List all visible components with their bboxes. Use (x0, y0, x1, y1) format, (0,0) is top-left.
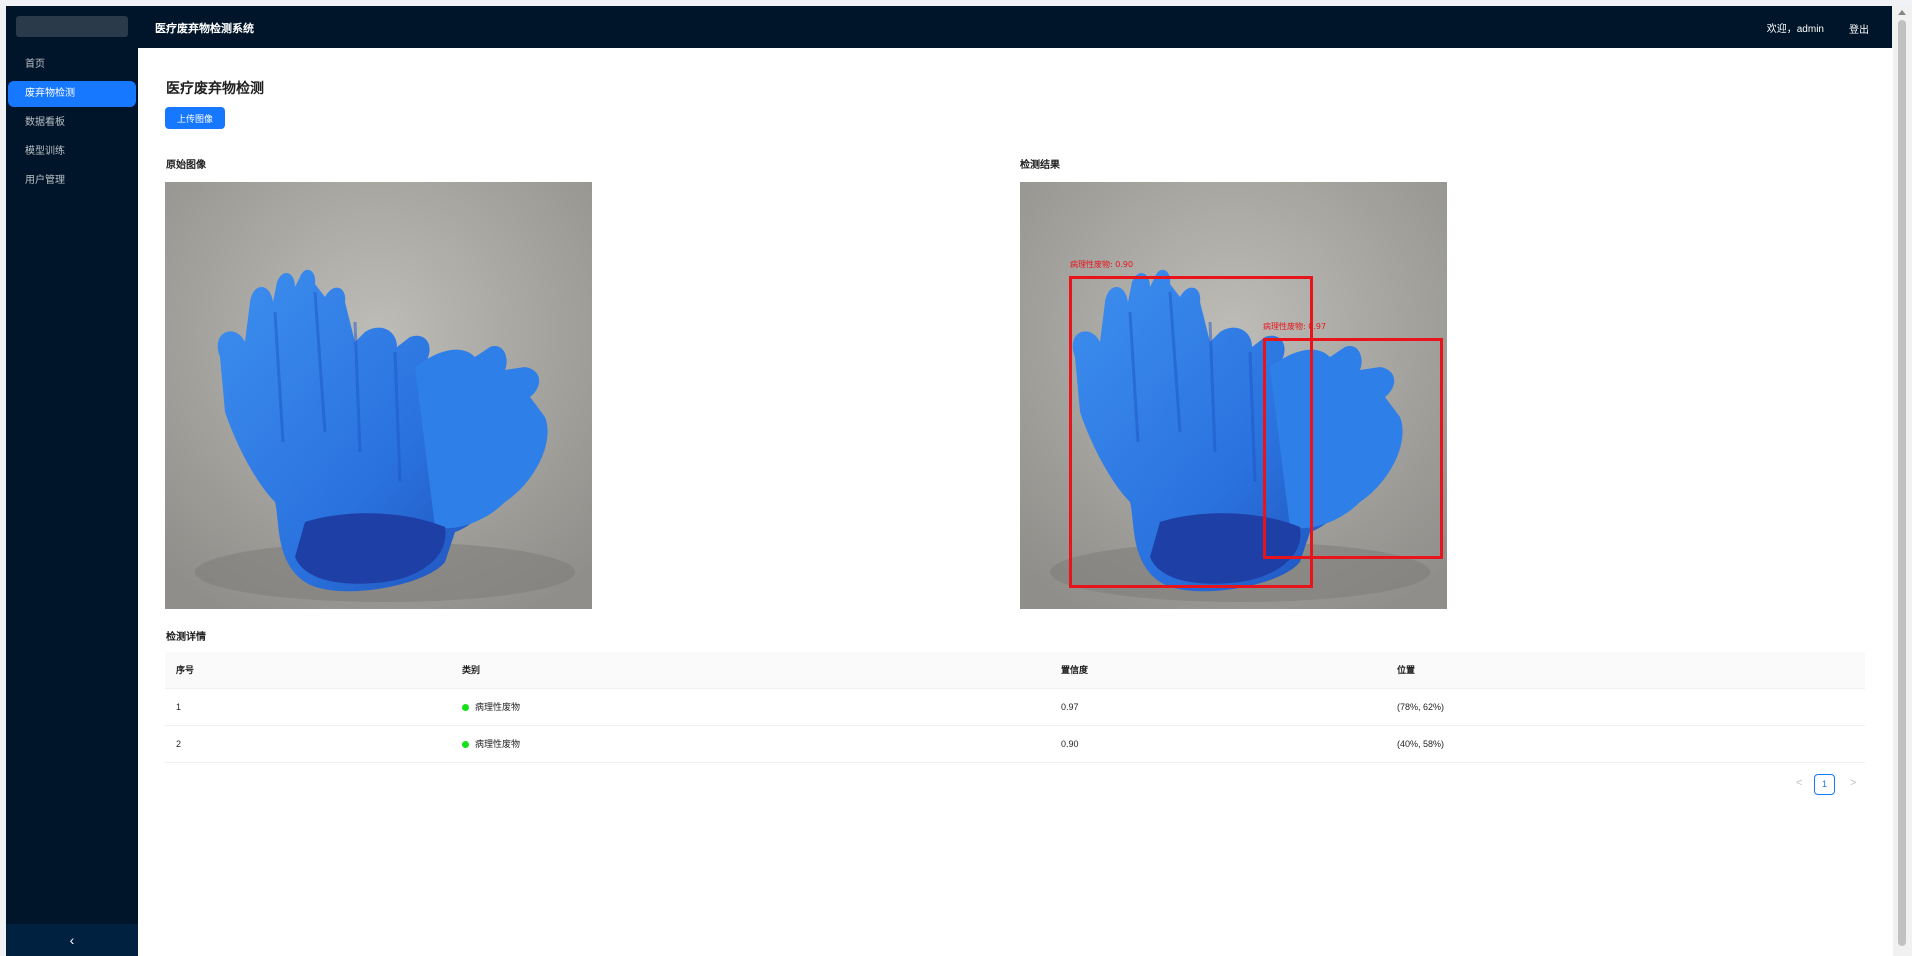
cell-position: (40%, 58%) (1397, 739, 1445, 749)
sidebar-item-model-training[interactable]: 模型训练 (8, 139, 136, 165)
gloves-photo (165, 182, 592, 609)
original-image (165, 182, 592, 609)
sidebar-item-dashboard[interactable]: 数据看板 (8, 110, 136, 136)
column-header-category: 类别 (462, 665, 481, 675)
status-dot-icon (462, 703, 469, 711)
category-text: 病理性废物 (475, 739, 521, 749)
table-header: 序号 类别 置信度 位置 (165, 652, 1865, 689)
column-header-confidence: 置信度 (1061, 665, 1089, 675)
table-row[interactable]: 1 病理性废物 0.97 (78%, 62%) (165, 689, 1865, 726)
sidebar-collapse-button[interactable]: ‹ (6, 924, 138, 956)
column-header-position: 位置 (1397, 665, 1416, 675)
original-image-label: 原始图像 (166, 160, 206, 171)
pagination-next-icon[interactable]: > (1850, 777, 1856, 789)
sidebar-item-waste-detection[interactable]: 废弃物检测 (8, 81, 136, 107)
sidebar-item-home[interactable]: 首页 (8, 52, 136, 78)
page-title: 医疗废弃物检测 (166, 80, 264, 96)
category-text: 病理性废物 (475, 702, 521, 712)
logout-link[interactable]: 登出 (1849, 21, 1869, 36)
cell-confidence: 0.90 (1061, 739, 1079, 749)
upload-image-button[interactable]: 上传图像 (165, 107, 225, 129)
scroll-up-arrow-icon[interactable] (1898, 10, 1906, 15)
cell-category: 病理性废物 (462, 726, 520, 763)
cell-position: (78%, 62%) (1397, 702, 1445, 712)
main-content: 医疗废弃物检测 上传图像 原始图像 检测结果 病理性废物: 0.90 病理性废物… (138, 48, 1893, 956)
sidebar-menu: 首页 废弃物检测 数据看板 模型训练 用户管理 (6, 52, 138, 197)
detection-box-2 (1263, 338, 1443, 559)
detection-label-2: 病理性废物: 0.97 (1263, 322, 1327, 331)
pagination-page-1[interactable]: 1 (1814, 774, 1835, 795)
detection-details-table: 序号 类别 置信度 位置 1 病理性废物 0.97 (78%, 62%) 2 病… (165, 652, 1865, 763)
pagination-prev-icon[interactable]: < (1796, 777, 1802, 789)
chevron-left-icon: ‹ (69, 932, 75, 948)
detection-label-1: 病理性废物: 0.90 (1070, 260, 1134, 269)
scroll-thumb[interactable] (1898, 20, 1906, 946)
table-row[interactable]: 2 病理性废物 0.90 (40%, 58%) (165, 726, 1865, 763)
app-title: 医疗废弃物检测系统 (155, 23, 254, 35)
cell-index: 2 (176, 739, 182, 749)
result-image: 病理性废物: 0.90 病理性废物: 0.97 (1020, 182, 1447, 609)
cell-category: 病理性废物 (462, 689, 520, 726)
cell-confidence: 0.97 (1061, 702, 1079, 712)
column-header-index: 序号 (176, 665, 195, 675)
welcome-text: 欢迎，admin (1766, 24, 1824, 35)
logo-placeholder (16, 16, 128, 37)
top-header: 医疗废弃物检测系统 欢迎，admin 登出 (138, 6, 1892, 48)
status-dot-icon (462, 740, 469, 748)
vertical-scrollbar[interactable] (1893, 6, 1912, 956)
detection-result-label: 检测结果 (1020, 160, 1060, 171)
detection-details-label: 检测详情 (166, 632, 206, 643)
sidebar: 首页 废弃物检测 数据看板 模型训练 用户管理 ‹ (6, 6, 138, 956)
app-frame: 首页 废弃物检测 数据看板 模型训练 用户管理 ‹ 医疗废弃物检测系统 欢迎，a… (0, 0, 1912, 956)
sidebar-item-user-management[interactable]: 用户管理 (8, 168, 136, 194)
cell-index: 1 (176, 702, 182, 712)
